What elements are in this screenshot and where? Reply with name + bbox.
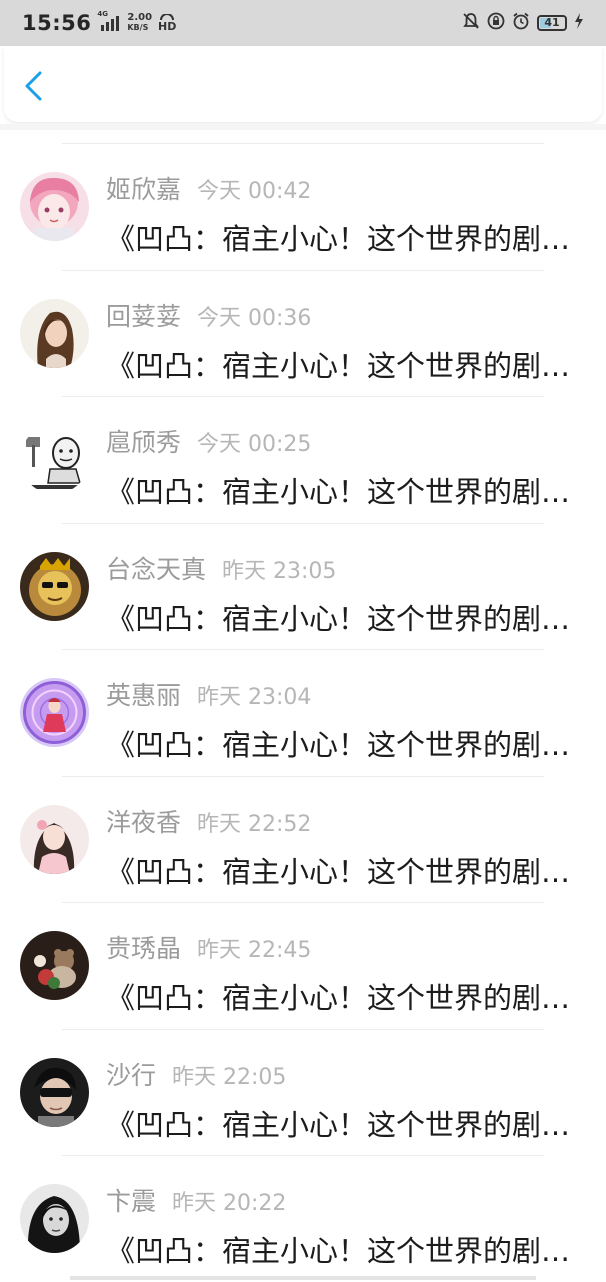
network-label: 4G xyxy=(97,10,108,18)
list-item[interactable]: 英惠丽 昨天 23:04 《凹凸：宿主小心！这个世界的剧情有毒》 xyxy=(20,649,586,776)
hd-label: HD xyxy=(158,20,177,33)
back-button[interactable] xyxy=(20,70,48,102)
signal-icon: 4G xyxy=(97,10,121,31)
list-item[interactable]: 沙行 昨天 22:05 《凹凸：宿主小心！这个世界的剧情有毒》 xyxy=(20,1028,586,1156)
message-time: 昨天 23:04 xyxy=(197,685,312,710)
message-time: 昨天 22:05 xyxy=(172,1064,287,1090)
message-preview: 《凹凸：宿主小心！这个世界的剧情有毒》 xyxy=(106,1234,586,1268)
header-bar xyxy=(4,46,602,122)
name-line: 扈颀秀 今天 00:25 xyxy=(106,423,311,459)
status-right-icons: 41 xyxy=(462,12,584,34)
list-item[interactable]: 卞震 昨天 20:22 《凹凸：宿主小心！这个世界的剧情有毒》 xyxy=(20,1155,586,1282)
name-line: 贵琇晶 昨天 22:45 xyxy=(106,929,311,965)
message-time: 今天 00:36 xyxy=(197,305,312,331)
header-divider xyxy=(0,124,606,130)
message-preview: 《凹凸：宿主小心！这个世界的剧情有毒》 xyxy=(106,854,586,889)
list-item[interactable]: 台念天真 昨天 23:05 《凹凸：宿主小心！这个世界的剧情有毒》 xyxy=(20,522,586,650)
message-preview: 《凹凸：宿主小心！这个世界的剧情有毒》 xyxy=(106,601,586,636)
contact-name: 沙行 xyxy=(106,1060,157,1090)
name-line: 洋夜香 昨天 22:52 xyxy=(106,803,311,839)
speed-unit: KB/S xyxy=(127,23,149,32)
contact-name: 姬欣嘉 xyxy=(106,175,182,204)
message-time: 今天 00:42 xyxy=(197,179,312,204)
list-item[interactable]: 贵琇晶 昨天 22:45 《凹凸：宿主小心！这个世界的剧情有毒》 xyxy=(20,902,586,1029)
name-line: 卞震 昨天 20:22 xyxy=(106,1182,286,1218)
status-bar: 15:56 4G 2.00 KB/S HD 41 xyxy=(0,0,606,46)
status-time: 15:56 xyxy=(22,11,92,35)
avatar[interactable] xyxy=(20,172,89,241)
contact-name: 台念天真 xyxy=(106,554,207,584)
name-line: 沙行 昨天 22:05 xyxy=(106,1056,286,1092)
battery-icon: 41 xyxy=(537,15,567,31)
speed-value: 2.00 xyxy=(127,12,153,23)
message-preview: 《凹凸：宿主小心！这个世界的剧情有毒》 xyxy=(106,348,586,383)
battery-level: 41 xyxy=(544,16,560,29)
contact-name: 贵琇晶 xyxy=(106,934,182,963)
list-item[interactable]: 扈颀秀 今天 00:25 《凹凸：宿主小心！这个世界的剧情有毒》 xyxy=(20,396,586,523)
lock-rotation-icon xyxy=(487,12,505,34)
charging-icon xyxy=(574,13,584,33)
hd-icon: HD xyxy=(158,14,176,32)
contact-name: 回荽荽 xyxy=(106,301,182,331)
chevron-left-icon xyxy=(25,71,42,101)
message-time: 昨天 20:22 xyxy=(172,1191,287,1216)
list-item[interactable]: 回荽荽 今天 00:36 《凹凸：宿主小心！这个世界的剧情有毒》 xyxy=(20,269,586,397)
mute-bell-icon xyxy=(462,12,480,34)
contact-name: 英惠丽 xyxy=(106,681,182,710)
avatar[interactable] xyxy=(20,1184,89,1253)
list-item[interactable]: 姬欣嘉 今天 00:42 《凹凸：宿主小心！这个世界的剧情有毒》 xyxy=(20,143,586,270)
message-preview: 《凹凸：宿主小心！这个世界的剧情有毒》 xyxy=(106,1107,586,1142)
bottom-scroll-indicator xyxy=(70,1276,536,1280)
name-line: 台念天真 昨天 23:05 xyxy=(106,550,336,586)
name-line: 姬欣嘉 今天 00:42 xyxy=(106,170,311,206)
name-line: 回荽荽 今天 00:36 xyxy=(106,297,311,333)
message-time: 今天 00:25 xyxy=(197,432,312,457)
avatar[interactable] xyxy=(20,425,89,494)
contact-name: 扈颀秀 xyxy=(106,428,182,457)
alarm-icon xyxy=(512,12,530,34)
avatar[interactable] xyxy=(20,931,89,1000)
list-item[interactable]: 洋夜香 昨天 22:52 《凹凸：宿主小心！这个世界的剧情有毒》 xyxy=(20,775,586,903)
status-left-icons: 4G 2.00 KB/S HD xyxy=(97,10,176,33)
message-preview: 《凹凸：宿主小心！这个世界的剧情有毒》 xyxy=(106,981,586,1015)
avatar[interactable] xyxy=(20,1057,89,1127)
message-time: 昨天 22:45 xyxy=(197,938,312,963)
message-preview: 《凹凸：宿主小心！这个世界的剧情有毒》 xyxy=(106,222,586,256)
network-speed: 2.00 KB/S xyxy=(127,13,152,33)
contact-name: 洋夜香 xyxy=(106,807,182,837)
message-time: 昨天 23:05 xyxy=(222,558,337,584)
avatar[interactable] xyxy=(20,298,89,368)
avatar[interactable] xyxy=(20,678,89,747)
message-preview: 《凹凸：宿主小心！这个世界的剧情有毒》 xyxy=(106,728,586,762)
contact-name: 卞震 xyxy=(106,1187,157,1216)
avatar[interactable] xyxy=(20,804,89,874)
message-time: 昨天 22:52 xyxy=(197,811,312,837)
message-preview: 《凹凸：宿主小心！这个世界的剧情有毒》 xyxy=(106,475,586,509)
avatar[interactable] xyxy=(20,551,89,621)
conversation-list: 姬欣嘉 今天 00:42 《凹凸：宿主小心！这个世界的剧情有毒》 回荽荽 今天 … xyxy=(0,143,606,1282)
name-line: 英惠丽 昨天 23:04 xyxy=(106,676,311,712)
